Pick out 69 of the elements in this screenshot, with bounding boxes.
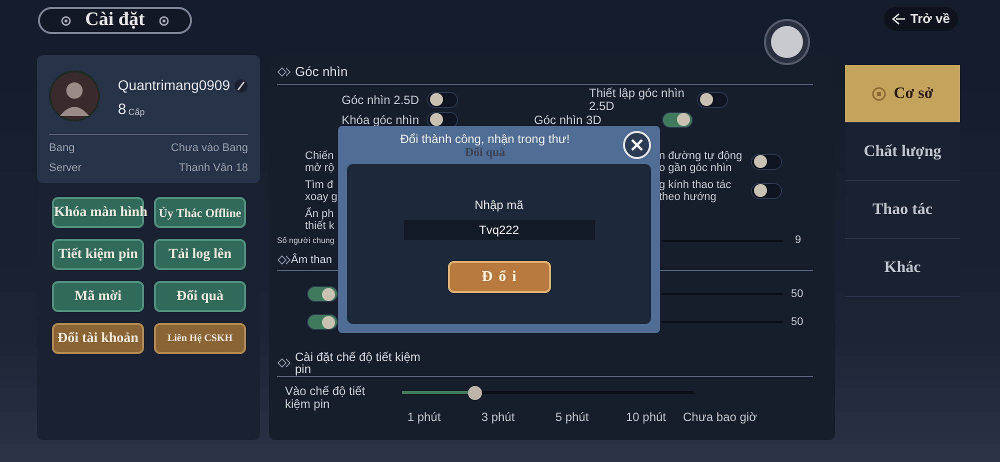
setting-label: n đường tự động bbox=[659, 150, 744, 162]
action-button[interactable]: Đổi quà bbox=[154, 281, 246, 312]
info-label: Bang bbox=[49, 141, 75, 156]
coin-icon bbox=[872, 86, 886, 100]
slider-stop-label: 5 phút bbox=[555, 409, 589, 426]
slider-value: 50 bbox=[791, 314, 804, 330]
setting-label: Tìm đ bbox=[305, 178, 334, 190]
close-icon bbox=[630, 138, 644, 152]
section-title: Âm than bbox=[291, 252, 332, 268]
field-label: Nhập mã bbox=[474, 197, 524, 214]
setting-label: Góc nhìn 3D bbox=[534, 112, 602, 126]
level-unit: Cấp bbox=[128, 108, 145, 117]
toggle-switch[interactable] bbox=[307, 286, 338, 302]
slider-thumb[interactable] bbox=[468, 386, 482, 400]
section-title: Cài đặt chế độ tiết kiệm pin bbox=[295, 351, 422, 375]
setting-label: Ẩn ph bbox=[305, 208, 335, 220]
player-name: Quantrimang0909 bbox=[118, 76, 230, 95]
slider-stop-label: 3 phút bbox=[481, 409, 515, 426]
action-button[interactable]: Liên Hệ CSKH bbox=[154, 323, 246, 354]
action-button[interactable]: Tiết kiệm pin bbox=[52, 239, 144, 270]
diamond-icon bbox=[277, 254, 291, 265]
success-message: Đổi thành công, nhận trong thư! bbox=[400, 132, 570, 146]
diamond-icon bbox=[277, 66, 291, 77]
setting-label: theo hướng bbox=[659, 190, 718, 202]
action-button[interactable]: Đổi tài khoản bbox=[52, 323, 144, 354]
close-button[interactable] bbox=[623, 131, 651, 159]
setting-label: Góc nhìn 2.5D bbox=[342, 92, 419, 108]
setting-label: Số người chung bbox=[277, 234, 336, 246]
back-arrow-icon bbox=[892, 13, 906, 25]
page-title: Cài đặt bbox=[85, 8, 145, 32]
category-tab[interactable]: Chất lượng bbox=[845, 123, 960, 181]
diamond-icon bbox=[277, 358, 291, 368]
toggle-switch[interactable] bbox=[751, 182, 782, 198]
code-input[interactable]: Tvq222 bbox=[404, 220, 594, 240]
redeem-button[interactable]: Đổi bbox=[448, 261, 550, 293]
slider-stop-label: Chưa bao giờ bbox=[683, 409, 757, 426]
avatar bbox=[49, 68, 100, 124]
setting-label: xoay g bbox=[305, 190, 337, 202]
info-value: Chưa vào Bang bbox=[170, 141, 248, 156]
ornament-icon bbox=[156, 14, 171, 26]
brush-icon[interactable] bbox=[234, 78, 248, 92]
dialog-title: Đổi quà bbox=[464, 146, 506, 158]
action-button[interactable]: Tải log lên bbox=[154, 239, 246, 270]
slider-stop-label: 1 phút bbox=[407, 409, 441, 426]
toggle-switch[interactable] bbox=[751, 154, 782, 170]
setting-label: Thiết lập góc nhìn 2.5D bbox=[589, 86, 684, 112]
setting-label: mở rộ bbox=[305, 162, 336, 174]
setting-label: Chiến bbox=[305, 150, 335, 162]
setting-label: Vào chế độ tiết kiệm pin bbox=[285, 385, 366, 413]
info-label: Server bbox=[49, 160, 82, 176]
toggle-switch[interactable] bbox=[697, 92, 728, 108]
level-number: 8 bbox=[118, 102, 126, 117]
section-title: Góc nhìn bbox=[295, 63, 348, 81]
ornament-icon bbox=[59, 14, 74, 26]
toggle-switch[interactable] bbox=[307, 314, 338, 330]
back-button[interactable]: Trở về bbox=[884, 7, 958, 31]
slider-stop-label: 10 phút bbox=[626, 409, 666, 426]
setting-label: thiết k bbox=[305, 220, 336, 232]
toggle-switch[interactable] bbox=[427, 92, 458, 108]
info-value: Thanh Vân 18 bbox=[178, 160, 248, 176]
action-button[interactable]: Mã mời bbox=[52, 281, 144, 312]
slider-value: 50 bbox=[791, 286, 804, 302]
slider-value: 9 bbox=[795, 233, 802, 248]
action-button[interactable]: Ủy Thác Offline bbox=[154, 197, 246, 228]
toggle-switch[interactable] bbox=[662, 112, 693, 128]
category-tab[interactable]: Cơ sở bbox=[845, 65, 960, 123]
toggle-switch[interactable] bbox=[427, 112, 458, 128]
joystick-icon[interactable] bbox=[764, 19, 810, 65]
setting-label: Khóa góc nhìn bbox=[342, 112, 419, 128]
